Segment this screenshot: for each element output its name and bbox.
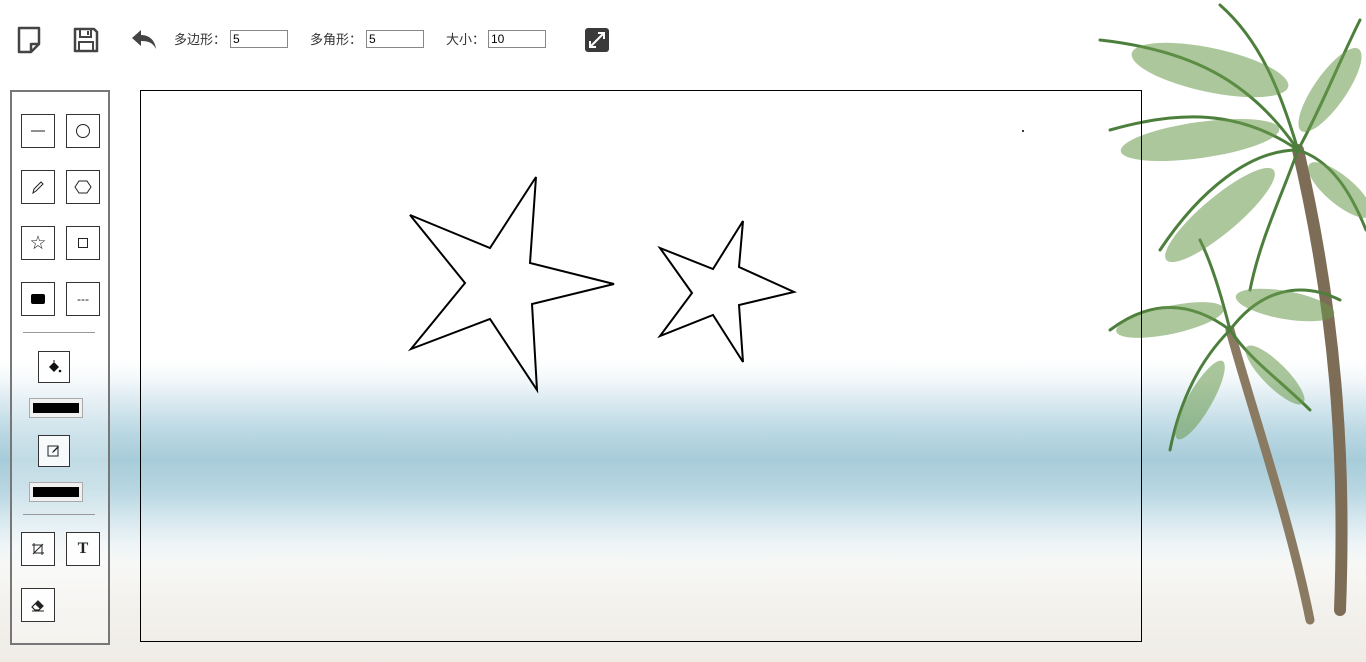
fullscreen-icon: [585, 28, 609, 52]
hexagon-icon: [74, 180, 92, 194]
drawn-star-large: [407, 176, 615, 394]
stroke-color-picker[interactable]: [29, 482, 83, 502]
star-tool-button[interactable]: ☆: [21, 226, 55, 260]
new-file-button[interactable]: [13, 24, 45, 56]
square-icon: [78, 238, 88, 248]
rectangle-tool-button[interactable]: [66, 226, 100, 260]
circle-icon: [76, 124, 90, 138]
star-icon: ☆: [29, 232, 47, 254]
edit-icon: [47, 445, 59, 457]
fullscreen-button[interactable]: [581, 24, 613, 56]
crop-tool-button[interactable]: [21, 532, 55, 566]
star-points-input[interactable]: [366, 30, 424, 48]
paint-bucket-icon: [49, 360, 62, 373]
undo-button[interactable]: [128, 24, 160, 56]
canvas-drawing-layer: [407, 130, 1024, 394]
star-points-label: 多角形：: [310, 32, 363, 47]
polygon-tool-button[interactable]: [66, 170, 100, 204]
panel-divider-1: [23, 332, 95, 333]
drawing-canvas[interactable]: [140, 90, 1142, 642]
stroke-color-swatch: [33, 487, 79, 497]
fill-color-picker[interactable]: [29, 398, 83, 418]
filled-shape-tool-button[interactable]: [21, 282, 55, 316]
pencil-tool-button[interactable]: [21, 170, 55, 204]
polygon-sides-label: 多边形：: [174, 32, 227, 47]
size-input[interactable]: [488, 30, 546, 48]
save-icon: [73, 27, 99, 53]
save-button[interactable]: [70, 24, 102, 56]
crop-icon: [32, 543, 44, 555]
text-icon: T: [77, 540, 89, 557]
pencil-icon: [32, 181, 44, 195]
panel-divider-2: [23, 514, 95, 515]
text-tool-button[interactable]: T: [66, 532, 100, 566]
polygon-sides-input[interactable]: [230, 30, 288, 48]
stroke-tool-button[interactable]: [38, 435, 70, 467]
filled-rect-icon: [31, 294, 45, 304]
fill-tool-button[interactable]: [38, 351, 70, 383]
eraser-icon: [31, 600, 44, 612]
drawn-dot: [1022, 130, 1024, 132]
line-icon: [31, 130, 45, 132]
eraser-tool-button[interactable]: [21, 588, 55, 622]
dashed-line-icon: ---: [77, 292, 89, 306]
tool-panel: ☆ --- T: [10, 90, 110, 645]
size-label: 大小：: [446, 32, 486, 47]
dashed-line-tool-button[interactable]: ---: [66, 282, 100, 316]
circle-tool-button[interactable]: [66, 114, 100, 148]
new-file-icon: [17, 26, 41, 54]
drawn-star-small: [657, 220, 798, 363]
line-tool-button[interactable]: [21, 114, 55, 148]
fill-color-swatch: [33, 403, 79, 413]
undo-icon: [132, 30, 156, 49]
